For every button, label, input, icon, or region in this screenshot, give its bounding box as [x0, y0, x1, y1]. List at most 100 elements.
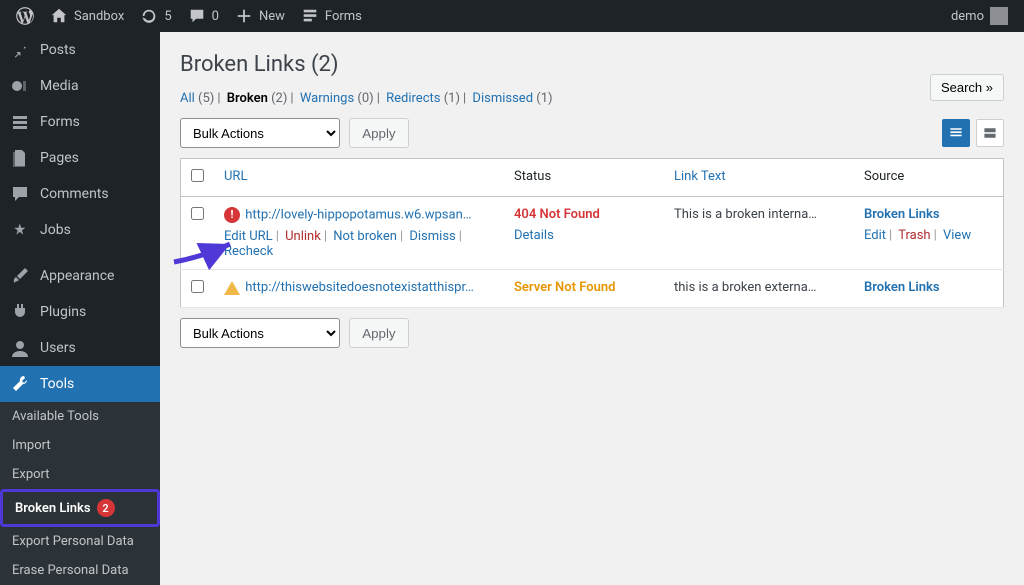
site-name: Sandbox	[74, 9, 124, 24]
view-list-button[interactable]	[942, 119, 970, 147]
comments-icon	[10, 184, 30, 204]
filter-broken[interactable]: Broken	[227, 91, 268, 106]
url-row-actions: Edit URL| Unlink| Not broken| Dismiss| R…	[224, 229, 494, 259]
filter-all[interactable]: All	[180, 91, 195, 106]
user-icon	[10, 338, 30, 358]
menu-posts[interactable]: Posts	[0, 32, 160, 68]
apply-button[interactable]: Apply	[349, 118, 408, 148]
select-all-checkbox[interactable]	[191, 169, 204, 182]
menu-label: Appearance	[40, 268, 114, 284]
link-text: This is a broken interna…	[674, 207, 817, 222]
wp-logo[interactable]	[8, 0, 42, 32]
menu-label: Pages	[40, 150, 79, 166]
pin-icon	[10, 220, 30, 240]
brush-icon	[10, 266, 30, 286]
menu-tools[interactable]: Tools	[0, 366, 160, 402]
sub-export-personal[interactable]: Export Personal Data	[0, 527, 160, 556]
pages-icon	[10, 148, 30, 168]
menu-label: Plugins	[40, 304, 86, 320]
action-details[interactable]: Details	[514, 228, 554, 243]
url-link[interactable]: http://thiswebsitedoesnotexistatthispr…	[245, 280, 474, 295]
src-action-trash[interactable]: Trash	[898, 228, 930, 243]
forms-link[interactable]: Forms	[293, 0, 370, 32]
action-edit-url[interactable]: Edit URL	[224, 229, 273, 244]
src-action-edit[interactable]: Edit	[864, 228, 886, 243]
action-dismiss[interactable]: Dismiss	[409, 229, 455, 244]
menu-label: Users	[40, 340, 76, 356]
comments-link[interactable]: 0	[180, 0, 227, 32]
filter-links: All (5)| Broken (2)| Warnings (0)| Redir…	[180, 91, 553, 106]
bulk-actions-bottom: Bulk Actions Apply	[180, 318, 409, 348]
action-recheck[interactable]: Recheck	[224, 244, 273, 259]
col-source: Source	[864, 169, 904, 184]
menu-comments[interactable]: Comments	[0, 176, 160, 212]
menu-label: Comments	[40, 186, 109, 202]
menu-pages[interactable]: Pages	[0, 140, 160, 176]
action-not-broken[interactable]: Not broken	[333, 229, 397, 244]
admin-bar: Sandbox 5 0 New Forms demo	[0, 0, 1024, 32]
col-status: Status	[514, 169, 551, 184]
link-text: this is a broken externa…	[674, 280, 817, 295]
sub-available-tools[interactable]: Available Tools	[0, 402, 160, 431]
menu-media[interactable]: Media	[0, 68, 160, 104]
new-label: New	[259, 9, 285, 24]
menu-users[interactable]: Users	[0, 330, 160, 366]
list-icon	[948, 125, 964, 141]
sub-erase-personal[interactable]: Erase Personal Data	[0, 556, 160, 585]
comment-icon	[188, 7, 206, 25]
admin-sidebar: Posts Media Forms Pages Comments Jobs Ap…	[0, 32, 160, 548]
row-checkbox[interactable]	[191, 280, 204, 293]
menu-plugins[interactable]: Plugins	[0, 294, 160, 330]
filter-dismissed[interactable]: Dismissed	[472, 91, 533, 106]
menu-jobs[interactable]: Jobs	[0, 212, 160, 248]
apply-button-bottom[interactable]: Apply	[349, 318, 408, 348]
menu-forms[interactable]: Forms	[0, 104, 160, 140]
source-link[interactable]: Broken Links	[864, 207, 940, 222]
avatar	[990, 7, 1008, 25]
home-icon	[50, 7, 68, 25]
comments-count: 0	[212, 9, 219, 24]
action-unlink[interactable]: Unlink	[285, 229, 321, 244]
links-table: URL Status Link Text Source http://lovel…	[180, 158, 1004, 308]
new-link[interactable]: New	[227, 0, 293, 32]
updates-count: 5	[164, 9, 171, 24]
search-button[interactable]: Search »	[930, 74, 1004, 101]
broken-count-badge: 2	[97, 499, 115, 517]
media-icon	[10, 76, 30, 96]
row-checkbox[interactable]	[191, 207, 204, 220]
src-action-view[interactable]: View	[943, 228, 971, 243]
table-row: http://lovely-hippopotamus.w6.wpsan… Edi…	[181, 197, 1004, 270]
excerpt-icon	[982, 125, 998, 141]
sub-import[interactable]: Import	[0, 431, 160, 460]
plus-icon	[235, 7, 253, 25]
table-row: http://thiswebsitedoesnotexistatthispr… …	[181, 270, 1004, 308]
site-link[interactable]: Sandbox	[42, 0, 132, 32]
forms-icon	[301, 7, 319, 25]
status-text: Server Not Found	[514, 280, 615, 295]
menu-label: Media	[40, 78, 79, 94]
bulk-select[interactable]: Bulk Actions	[180, 118, 340, 148]
col-linktext[interactable]: Link Text	[674, 169, 726, 184]
user-menu[interactable]: demo	[943, 0, 1016, 32]
plug-icon	[10, 302, 30, 322]
menu-label: Jobs	[40, 222, 71, 238]
warning-icon	[224, 281, 240, 295]
filter-warnings[interactable]: Warnings	[300, 91, 354, 106]
forms-label: Forms	[325, 9, 362, 24]
menu-appearance[interactable]: Appearance	[0, 258, 160, 294]
page-title: Broken Links (2)	[180, 42, 553, 91]
user-name: demo	[951, 9, 984, 24]
col-url[interactable]: URL	[224, 169, 247, 184]
bulk-actions-top: Bulk Actions Apply	[180, 118, 409, 148]
view-switcher	[942, 119, 1004, 147]
sub-export[interactable]: Export	[0, 460, 160, 489]
bulk-select-bottom[interactable]: Bulk Actions	[180, 318, 340, 348]
sub-broken-links[interactable]: Broken Links2	[0, 489, 160, 527]
source-link[interactable]: Broken Links	[864, 280, 940, 295]
filter-redirects[interactable]: Redirects	[386, 91, 440, 106]
url-link[interactable]: http://lovely-hippopotamus.w6.wpsan…	[245, 207, 471, 222]
updates-link[interactable]: 5	[132, 0, 179, 32]
view-excerpt-button[interactable]	[976, 119, 1004, 147]
menu-label: Posts	[40, 42, 76, 58]
wordpress-icon	[16, 7, 34, 25]
